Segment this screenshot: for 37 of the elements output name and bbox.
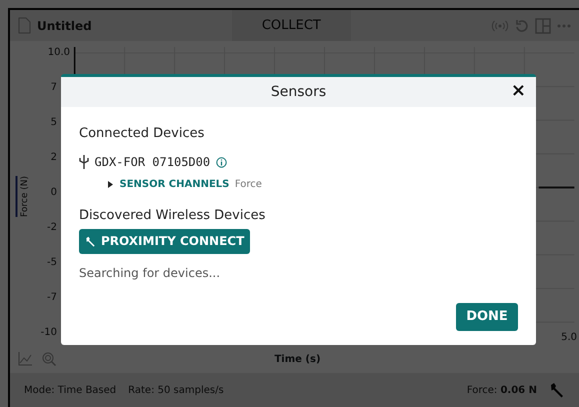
wrench-icon[interactable] (549, 382, 565, 398)
usb-icon (79, 155, 89, 170)
status-text: Searching for devices... (79, 264, 222, 282)
section-heading: Discovered Wireless Devices (79, 207, 266, 226)
section-heading: Connected Devices (79, 124, 206, 143)
dialog-title: Sensors (270, 82, 326, 102)
y-tick-label: -2 (47, 222, 58, 234)
graph-icon[interactable] (18, 352, 32, 366)
undo-icon[interactable] (515, 18, 529, 32)
x-axis-label: Time (s) (274, 352, 321, 366)
y-tick-label: -7 (47, 292, 58, 304)
device-name: GDX-FOR 07105D00 (94, 154, 210, 172)
y-tick-label: 7 (50, 82, 58, 94)
y-tick-label: 2 (50, 152, 58, 164)
channel-name: Force (234, 178, 262, 192)
y-tick-label: 5 (50, 117, 58, 129)
file-name: Untitled (37, 18, 92, 34)
x-tick-label: 5.0 (561, 331, 577, 345)
done-button[interactable]: DONE (456, 303, 518, 331)
wrench-icon (84, 236, 96, 247)
proximity-connect-button[interactable]: PROXIMITY CONNECT (79, 228, 250, 254)
layout-icon[interactable] (535, 18, 551, 34)
document-icon[interactable] (18, 17, 31, 34)
force-reading: Force: 0.06 N (466, 384, 537, 398)
y-tick-label: -5 (47, 257, 58, 269)
info-icon[interactable] (216, 156, 227, 168)
close-button[interactable]: × (506, 80, 530, 102)
y-tick-label: -10 (40, 327, 58, 339)
y-tick-label: 10.0 (48, 47, 71, 59)
zoom-icon[interactable] (42, 352, 56, 366)
mode-text: Mode: Time Based (24, 384, 116, 398)
expand-triangle-icon[interactable] (107, 181, 114, 188)
sensor-channels-link[interactable]: SENSOR CHANNELS (120, 177, 230, 192)
wireless-icon[interactable] (491, 20, 509, 32)
y-axis-label: Force (N) (16, 176, 34, 216)
y-tick-label: 0 (50, 187, 58, 199)
rate-text: Rate: 50 samples/s (128, 384, 224, 398)
